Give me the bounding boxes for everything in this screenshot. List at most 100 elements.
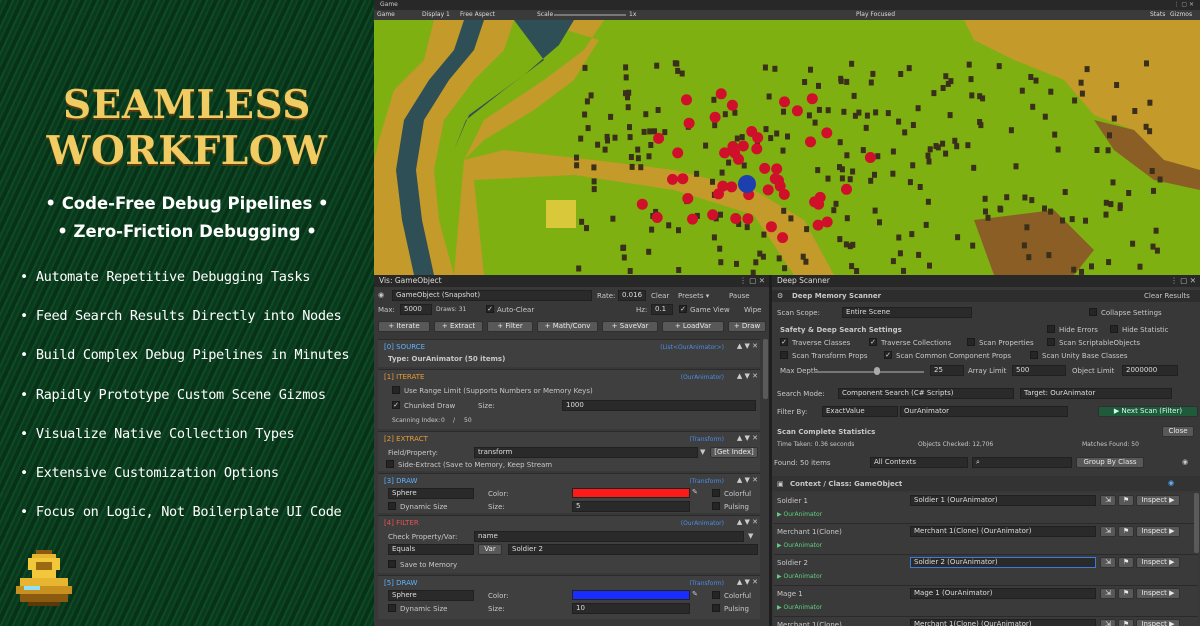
check-property-dropdown-icon[interactable]: ▼: [748, 532, 753, 540]
send-to-node-icon[interactable]: ⇲: [1100, 619, 1116, 626]
max-depth-field[interactable]: 25: [930, 365, 964, 376]
results-search-input[interactable]: ⌕: [972, 457, 1072, 468]
window-menu-icon[interactable]: ⋮ ▢ ✕: [739, 275, 765, 287]
eye-icon[interactable]: ◉: [378, 291, 384, 299]
stats-button[interactable]: Stats: [1150, 10, 1165, 20]
range-limit-checkbox[interactable]: [392, 386, 400, 394]
filter-value-field[interactable]: Soldier 2: [508, 544, 758, 555]
aspect-dropdown[interactable]: Free Aspect: [460, 10, 495, 20]
max-depth-slider[interactable]: [814, 371, 924, 373]
node-controls[interactable]: ▲ ▼ ✕: [737, 518, 758, 526]
node-controls[interactable]: ▲ ▼ ✕: [737, 342, 758, 350]
inspect-button[interactable]: Inspect ▶: [1136, 619, 1180, 626]
eyedropper-icon[interactable]: ✎: [692, 590, 698, 598]
inspect-button[interactable]: Inspect ▶: [1136, 526, 1180, 537]
inspect-button[interactable]: Inspect ▶: [1136, 588, 1180, 599]
search-mode-dropdown[interactable]: Component Search (C# Scripts): [838, 388, 1014, 399]
node-controls[interactable]: ▲ ▼ ✕: [737, 578, 758, 586]
deep-scanner-tab[interactable]: Deep Scanner ⋮ ▢ ✕: [772, 275, 1200, 287]
context-dropdown[interactable]: All Contexts: [870, 457, 968, 468]
hide-statistic-checkbox[interactable]: [1110, 325, 1118, 333]
scan-unity-base-checkbox[interactable]: [1030, 351, 1038, 359]
get-index-button[interactable]: [Get Index]: [710, 447, 758, 458]
hz-field[interactable]: 0.1: [651, 304, 673, 315]
scan-scriptable-checkbox[interactable]: [1047, 338, 1055, 346]
var-toggle-button[interactable]: Var: [478, 544, 502, 555]
hide-errors-checkbox[interactable]: [1047, 325, 1055, 333]
scan-properties-checkbox[interactable]: [967, 338, 975, 346]
send-to-node-icon[interactable]: ⇲: [1100, 495, 1116, 506]
filter-mode-dropdown[interactable]: ExactValue: [822, 406, 898, 417]
pulsing-checkbox[interactable]: [712, 604, 720, 612]
play-mode-dropdown[interactable]: Play Focused: [856, 10, 895, 20]
check-property-field[interactable]: name: [474, 531, 744, 542]
result-row[interactable]: Soldier 1 Soldier 1 (OurAnimator) ⇲ ⚑ Inspec…: [774, 493, 1198, 524]
presets-dropdown[interactable]: Presets ▾: [678, 292, 709, 300]
game-view-checkbox[interactable]: ✓: [679, 305, 687, 313]
colorful-checkbox[interactable]: [712, 489, 720, 497]
node-controls[interactable]: ▲ ▼ ✕: [737, 476, 758, 484]
send-to-node-icon[interactable]: ⇲: [1100, 557, 1116, 568]
group-by-class-button[interactable]: Group By Class: [1076, 457, 1144, 468]
send-to-node-icon[interactable]: ⇲: [1100, 588, 1116, 599]
inspect-button[interactable]: Inspect ▶: [1136, 557, 1180, 568]
ping-icon[interactable]: ⚑: [1118, 526, 1134, 537]
pulsing-checkbox[interactable]: [712, 502, 720, 510]
next-scan-button[interactable]: ▶ Next Scan (Filter): [1098, 406, 1198, 417]
toolbar-button[interactable]: + Iterate: [378, 321, 430, 332]
result-type-foldout[interactable]: ▶ OurAnimator: [777, 542, 822, 549]
dynamic-size-checkbox[interactable]: [388, 604, 396, 612]
shape-dropdown[interactable]: Sphere: [388, 488, 474, 499]
shape-dropdown[interactable]: Sphere: [388, 590, 474, 601]
result-value-field[interactable]: Mage 1 (OurAnimator): [910, 588, 1096, 599]
vis-scrollbar[interactable]: [763, 339, 768, 399]
rate-field[interactable]: 0.016: [618, 290, 646, 301]
size-field[interactable]: 10: [572, 603, 690, 614]
eye-icon[interactable]: ◉: [1168, 479, 1174, 487]
operator-dropdown[interactable]: Equals: [388, 544, 474, 555]
result-value-field[interactable]: Soldier 1 (OurAnimator): [910, 495, 1096, 506]
save-to-memory-checkbox[interactable]: [388, 560, 396, 568]
display-dropdown[interactable]: Display 1: [422, 10, 450, 20]
pause-button[interactable]: Pause: [729, 292, 750, 300]
eye-icon[interactable]: ◉: [1182, 458, 1188, 466]
result-type-foldout[interactable]: ▶ OurAnimator: [777, 511, 822, 518]
source-object-field[interactable]: GameObject (Snapshot): [392, 290, 592, 301]
scale-slider[interactable]: [554, 14, 626, 16]
max-field[interactable]: 5000: [400, 304, 432, 315]
result-row[interactable]: Merchant 1(Clone) Merchant 1(Clone) (OurA…: [774, 524, 1198, 555]
clear-results-button[interactable]: Clear Results: [1144, 292, 1190, 300]
result-row[interactable]: Merchant 1(Clone) Merchant 1(Clone) (OurA…: [774, 617, 1198, 626]
color-swatch[interactable]: [572, 488, 690, 498]
toolbar-button[interactable]: + Filter: [487, 321, 533, 332]
color-swatch[interactable]: [572, 590, 690, 600]
filter-value-field[interactable]: OurAnimator: [900, 406, 1068, 417]
toolbar-button[interactable]: + SaveVar: [602, 321, 658, 332]
max-depth-slider-handle[interactable]: [874, 367, 880, 375]
toolbar-button[interactable]: + Extract: [434, 321, 483, 332]
auto-clear-checkbox[interactable]: ✓: [486, 305, 494, 313]
result-type-foldout[interactable]: ▶ OurAnimator: [777, 573, 822, 580]
ping-icon[interactable]: ⚑: [1118, 588, 1134, 599]
window-menu-icon[interactable]: ⋮ ▢ ✕: [1173, 0, 1194, 10]
scan-transform-checkbox[interactable]: [780, 351, 788, 359]
ping-icon[interactable]: ⚑: [1118, 619, 1134, 626]
results-scrollbar[interactable]: [1194, 493, 1199, 553]
node-controls[interactable]: ▲ ▼ ✕: [737, 372, 758, 380]
wipe-button[interactable]: Wipe: [744, 306, 761, 314]
array-limit-field[interactable]: 500: [1012, 365, 1066, 376]
chunked-draw-checkbox[interactable]: ✓: [392, 401, 400, 409]
result-value-field[interactable]: Merchant 1(Clone) (OurAnimator): [910, 526, 1096, 537]
chunk-size-field[interactable]: 1000: [562, 400, 756, 411]
dynamic-size-checkbox[interactable]: [388, 502, 396, 510]
game-mode-dropdown[interactable]: Game: [377, 10, 395, 20]
scan-scope-dropdown[interactable]: Entire Scene: [842, 307, 972, 318]
gizmos-button[interactable]: Gizmos: [1170, 10, 1192, 20]
ping-icon[interactable]: ⚑: [1118, 495, 1134, 506]
clear-button[interactable]: Clear: [651, 292, 669, 300]
node-controls[interactable]: ▲ ▼ ✕: [737, 434, 758, 442]
toolbar-button[interactable]: + Draw: [728, 321, 766, 332]
traverse-classes-checkbox[interactable]: ✓: [780, 338, 788, 346]
toolbar-button[interactable]: + LoadVar: [662, 321, 724, 332]
close-stats-button[interactable]: Close: [1162, 426, 1194, 437]
